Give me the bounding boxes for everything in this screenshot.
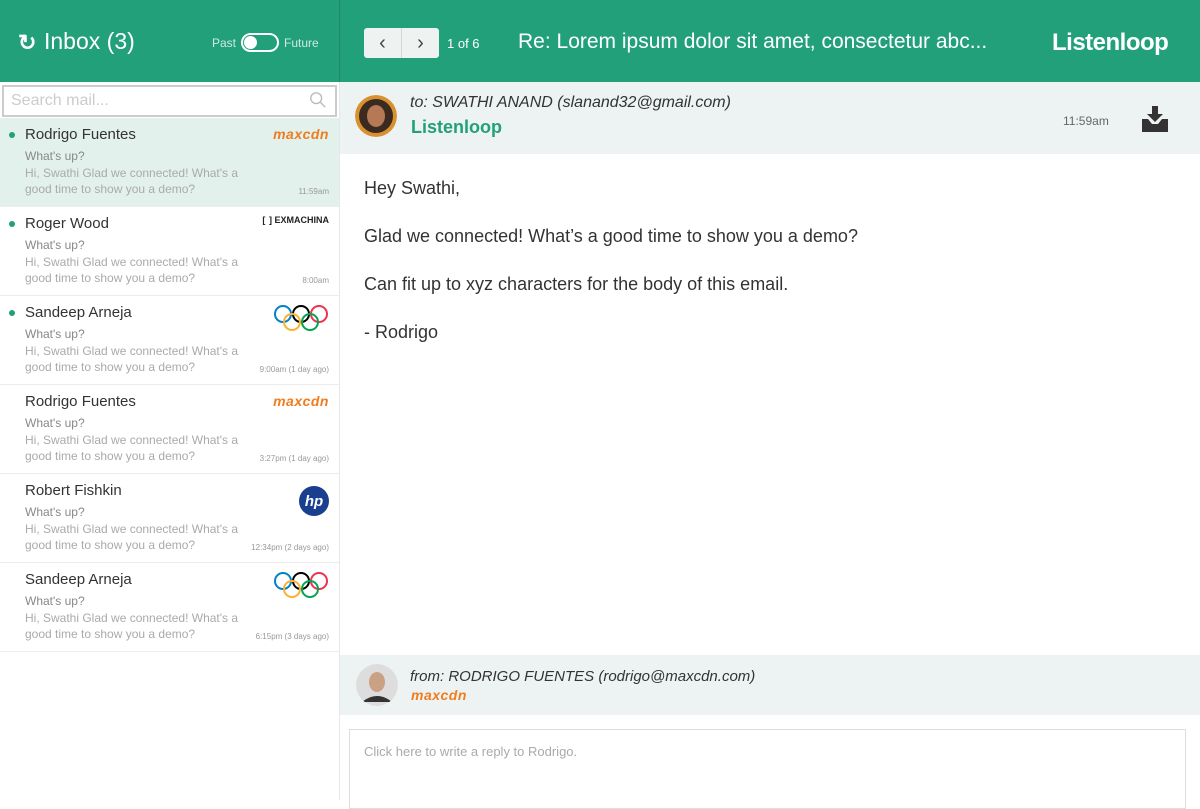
company-logo: hp bbox=[299, 486, 329, 516]
body-line: - Rodrigo bbox=[364, 322, 439, 342]
recipient-avatar bbox=[355, 95, 397, 137]
body-line: Can fit up to xyz characters for the bod… bbox=[364, 274, 789, 294]
olympic-rings-logo bbox=[273, 304, 329, 337]
chevron-right-icon: › bbox=[417, 31, 424, 54]
message-time: 11:59am bbox=[298, 187, 329, 196]
sender-name: Robert Fishkin bbox=[25, 482, 122, 499]
message-time: 9:00am (1 day ago) bbox=[259, 365, 329, 374]
message-list-item[interactable]: Rodrigo Fuentes What's up? Hi, Swathi Gl… bbox=[0, 118, 339, 207]
unread-dot-icon bbox=[9, 132, 15, 138]
pager-count: 1 of 6 bbox=[447, 36, 480, 51]
message-preview: Hi, Swathi Glad we connected! What's a g… bbox=[25, 344, 239, 374]
message-time: 8:00am bbox=[302, 276, 329, 285]
future-label: Future bbox=[284, 36, 319, 50]
message-preview: Hi, Swathi Glad we connected! What's a g… bbox=[25, 433, 239, 463]
message-list-item[interactable]: Sandeep Arneja What's up? Hi, Swathi Gla… bbox=[0, 296, 339, 385]
pager-buttons: ‹ › bbox=[364, 28, 439, 58]
unread-dot-icon bbox=[9, 221, 15, 227]
message-list-item[interactable]: Roger Wood What's up? Hi, Swathi Glad we… bbox=[0, 207, 339, 296]
unread-dot-icon bbox=[9, 310, 15, 316]
top-bar: ↻ Inbox (3) Past Future ‹ › 1 of 6 Re: L… bbox=[0, 0, 1200, 82]
next-email-button[interactable]: › bbox=[402, 28, 439, 58]
brand-logo: Listenloop bbox=[1052, 29, 1169, 56]
email-time: 11:59am bbox=[1063, 114, 1109, 128]
message-preview: Hi, Swathi Glad we connected! What's a g… bbox=[25, 522, 239, 552]
search-box bbox=[2, 85, 337, 117]
recipient-line: to: SWATHI ANAND (slanand32@gmail.com) bbox=[410, 94, 731, 111]
message-subject: What's up? bbox=[25, 327, 85, 341]
message-time: 12:34pm (2 days ago) bbox=[251, 543, 329, 552]
reply-input[interactable] bbox=[349, 729, 1186, 809]
body-line: Hey Swathi, bbox=[364, 178, 461, 198]
search-icon[interactable] bbox=[309, 90, 327, 110]
message-subject: What's up? bbox=[25, 416, 85, 430]
past-future-toggle[interactable] bbox=[241, 33, 279, 52]
olympic-rings-logo bbox=[273, 571, 329, 604]
email-body: Hey Swathi, Glad we connected! What’s a … bbox=[364, 178, 858, 370]
company-logo: maxcdn bbox=[273, 126, 329, 142]
sender-header bbox=[340, 655, 1200, 715]
message-time: 6:15pm (3 days ago) bbox=[255, 632, 329, 641]
divider bbox=[339, 0, 340, 82]
toggle-knob bbox=[244, 36, 257, 49]
previous-email-button[interactable]: ‹ bbox=[364, 28, 402, 58]
message-list-item[interactable]: Sandeep Arneja What's up? Hi, Swathi Gla… bbox=[0, 563, 339, 652]
message-preview: Hi, Swathi Glad we connected! What's a g… bbox=[25, 166, 239, 196]
refresh-icon[interactable]: ↻ bbox=[18, 30, 36, 56]
message-subject: What's up? bbox=[25, 149, 85, 163]
sidebar: Rodrigo Fuentes What's up? Hi, Swathi Gl… bbox=[0, 82, 340, 800]
sender-avatar bbox=[356, 664, 398, 706]
message-preview: Hi, Swathi Glad we connected! What's a g… bbox=[25, 255, 239, 285]
body-line: Glad we connected! What’s a good time to… bbox=[364, 226, 858, 246]
sender-company-logo: maxcdn bbox=[411, 687, 467, 703]
recipient-company-logo: Listenloop bbox=[411, 117, 502, 137]
message-list-item[interactable]: Rodrigo Fuentes What's up? Hi, Swathi Gl… bbox=[0, 385, 339, 474]
message-subject: What's up? bbox=[25, 505, 85, 519]
sender-name: Sandeep Arneja bbox=[25, 571, 132, 588]
message-preview: Hi, Swathi Glad we connected! What's a g… bbox=[25, 611, 239, 641]
message-time: 3:27pm (1 day ago) bbox=[259, 454, 329, 463]
sender-name: Rodrigo Fuentes bbox=[25, 126, 136, 143]
past-label: Past bbox=[212, 36, 237, 50]
message-subject: What's up? bbox=[25, 594, 85, 608]
inbox-title: Inbox (3) bbox=[44, 28, 135, 54]
sender-name: Rodrigo Fuentes bbox=[25, 393, 136, 410]
download-icon[interactable] bbox=[1140, 105, 1170, 133]
sender-name: Sandeep Arneja bbox=[25, 304, 132, 321]
email-subject: Re: Lorem ipsum dolor sit amet, consecte… bbox=[518, 30, 988, 53]
company-logo: maxcdn bbox=[273, 393, 329, 409]
company-logo: [ ] EXMACHINA bbox=[262, 215, 329, 225]
sender-line: from: RODRIGO FUENTES (rodrigo@maxcdn.co… bbox=[410, 668, 756, 685]
search-input[interactable] bbox=[4, 87, 294, 115]
chevron-left-icon: ‹ bbox=[379, 31, 386, 54]
sender-name: Roger Wood bbox=[25, 215, 109, 232]
message-list-item[interactable]: Robert Fishkin What's up? Hi, Swathi Gla… bbox=[0, 474, 339, 563]
message-subject: What's up? bbox=[25, 238, 85, 252]
